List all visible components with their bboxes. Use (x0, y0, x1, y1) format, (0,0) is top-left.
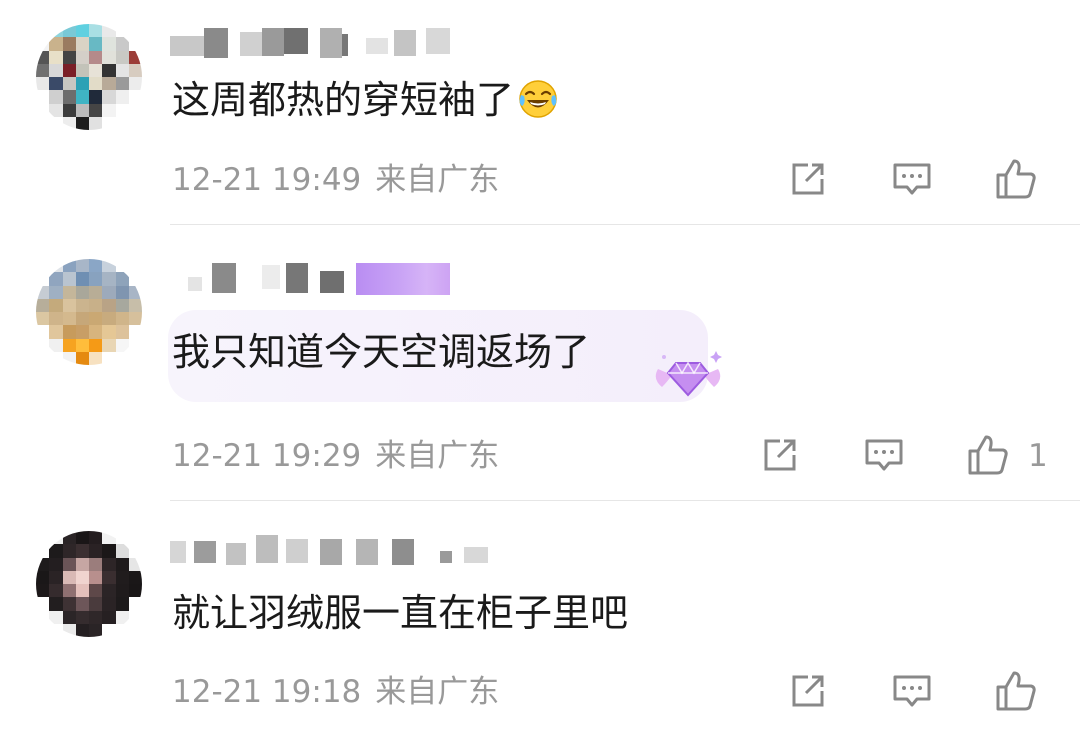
share-icon (792, 163, 824, 195)
comment-location: 来自广东 (375, 162, 500, 198)
comment-text: 就让羽绒服一直在柜子里吧 (172, 591, 629, 635)
comment-location: 来自广东 (375, 438, 500, 474)
share-button[interactable] (784, 667, 832, 715)
comment-icon (865, 439, 903, 471)
share-icon (764, 439, 796, 471)
comment-icon (893, 675, 931, 707)
comment-meta: 12-21 19:18 来自广东 (172, 672, 499, 712)
username-blurred[interactable] (170, 24, 450, 60)
avatar[interactable] (36, 531, 142, 637)
comment-item: 这周都热的穿短袖了 12-21 19:49 来自广东 (0, 0, 1080, 225)
comment-time: 12-21 19:49 (172, 162, 362, 198)
username-blurred[interactable] (170, 259, 455, 295)
username-blurred[interactable] (170, 531, 490, 567)
share-button[interactable] (756, 431, 804, 479)
comment-text: 我只知道今天空调返场了 (172, 330, 591, 374)
avatar[interactable] (36, 259, 142, 365)
thumbs-up-icon (968, 435, 1008, 475)
comment-text: 这周都热的穿短袖了 (172, 76, 558, 124)
reply-button[interactable] (888, 667, 936, 715)
diamond-badge-icon (655, 351, 722, 397)
reply-button[interactable] (888, 155, 936, 203)
comment-item: 就让羽绒服一直在柜子里吧 12-21 19:18 来自广东 (0, 501, 1080, 732)
reply-button[interactable] (860, 431, 908, 479)
comment-time: 12-21 19:18 (172, 674, 362, 710)
comment-time: 12-21 19:29 (172, 438, 362, 474)
like-count: 1 (1028, 438, 1048, 474)
like-button[interactable] (992, 667, 1040, 715)
comment-location: 来自广东 (375, 674, 500, 710)
avatar[interactable] (36, 24, 142, 130)
comment-item: 我只知道今天空调返场了 12-21 19:29 来自广东 1 (0, 225, 1080, 501)
share-icon (792, 675, 824, 707)
comment-icon (893, 163, 931, 195)
comment-meta: 12-21 19:49 来自广东 (172, 160, 499, 200)
laughing-tears-emoji-icon (519, 80, 557, 118)
thumbs-up-icon (996, 159, 1036, 199)
thumbs-up-icon (996, 671, 1036, 711)
share-button[interactable] (784, 155, 832, 203)
like-button[interactable] (992, 155, 1040, 203)
comment-meta: 12-21 19:29 来自广东 (172, 436, 499, 476)
like-button[interactable] (964, 431, 1012, 479)
